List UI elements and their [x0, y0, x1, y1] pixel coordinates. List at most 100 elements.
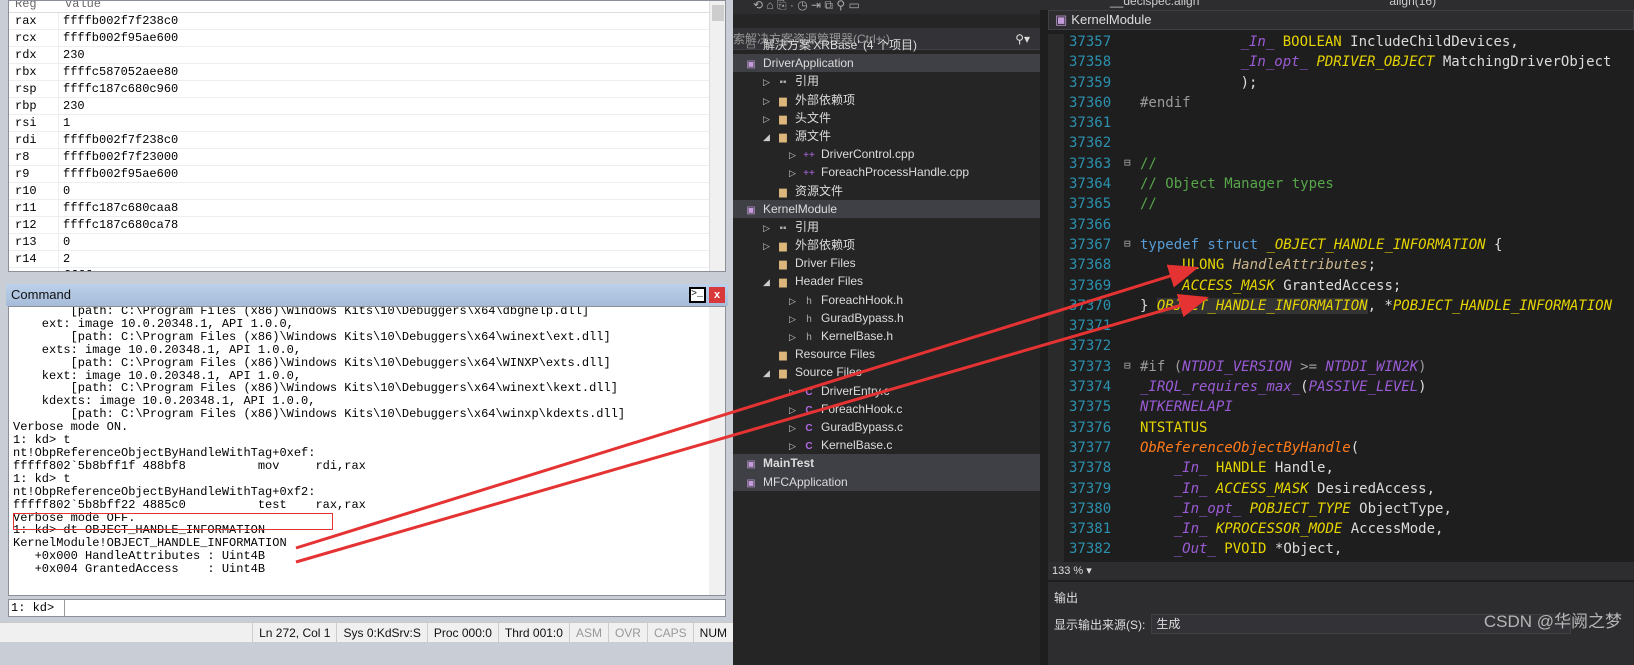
code-line[interactable]: 37380 _In_opt_ POBJECT_TYPE ObjectType,: [1064, 501, 1634, 521]
tree-item[interactable]: ▷ C ForeachHook.c: [733, 400, 1040, 418]
tree-item[interactable]: ▷ ++ ForeachProcessHandle.cpp: [733, 163, 1040, 181]
code-line[interactable]: 37370} OBJECT_HANDLE_INFORMATION, *POBJE…: [1064, 297, 1634, 318]
code-line[interactable]: 37369 ACCESS_MASK GrantedAccess;: [1064, 278, 1634, 298]
collapse-icon[interactable]: ⊟: [1124, 237, 1140, 257]
command-input[interactable]: [65, 600, 725, 616]
tree-item[interactable]: ▷ h GuradBypass.h: [733, 309, 1040, 327]
register-row[interactable]: r13 0: [9, 234, 725, 251]
code-line[interactable]: 37382 _Out_ PVOID *Object,: [1064, 541, 1634, 561]
code-line[interactable]: 37374 _IRQL_requires_max_(PASSIVE_LEVEL): [1064, 379, 1634, 399]
expand-arrow-icon[interactable]: ▷: [789, 328, 801, 346]
command-vertical-scrollbar[interactable]: [709, 307, 725, 595]
code-area[interactable]: 37357 _In_ BOOLEAN IncludeChildDevices, 3…: [1048, 34, 1634, 562]
nav-member-dropdown[interactable]: align(16): [1389, 0, 1436, 8]
code-token: _In_: [1240, 34, 1275, 50]
code-line[interactable]: 37379 _In_ ACCESS_MASK DesiredAccess,: [1064, 481, 1634, 501]
expand-arrow-icon[interactable]: ▷: [789, 292, 801, 310]
tree-item[interactable]: ▷ C GuradBypass.c: [733, 418, 1040, 436]
register-row[interactable]: r15ffffc5870ce61080: [9, 268, 725, 271]
expand-arrow-icon[interactable]: ▷: [789, 419, 801, 437]
code-line[interactable]: 37367 ⊟ typedef struct _OBJECT_HANDLE_INFO…: [1064, 237, 1634, 257]
expand-arrow-icon[interactable]: ◢: [763, 273, 775, 291]
code-line[interactable]: 37368 ULONG HandleAttributes;: [1064, 257, 1634, 277]
code-line[interactable]: 37363 ⊟//: [1064, 156, 1634, 176]
tree-item[interactable]: ▷ C DriverEntry.c: [733, 382, 1040, 400]
expand-arrow-icon[interactable]: ▷: [763, 237, 775, 255]
collapse-icon[interactable]: ⊟: [1124, 156, 1140, 176]
code-line[interactable]: 37376 NTSTATUS: [1064, 420, 1634, 440]
code-token: //: [1140, 155, 1157, 172]
expand-arrow-icon[interactable]: ▷: [789, 164, 801, 182]
code-line[interactable]: 37373 ⊟ #if (NTDDI_VERSION >= NTDDI_WIN2K): [1064, 359, 1634, 379]
tree-item[interactable]: ▷ h KernelBase.h: [733, 327, 1040, 345]
register-row[interactable]: rax ffffb002f7f238c0: [9, 13, 725, 30]
project-dropdown[interactable]: ▣ KernelModule: [1048, 10, 1634, 30]
expand-arrow-icon[interactable]: ▷: [789, 383, 801, 401]
code-line[interactable]: 37372: [1064, 338, 1634, 358]
tree-item[interactable]: ▷ h ForeachHook.h: [733, 291, 1040, 309]
register-row[interactable]: r11 ffffc187c680caa8: [9, 200, 725, 217]
tree-item[interactable]: ◢ ▆ Header Files: [733, 272, 1040, 290]
line-number: 37363: [1069, 155, 1112, 172]
expand-arrow-icon[interactable]: ▷: [763, 73, 775, 91]
register-row[interactable]: r8 ffffb002f7f23000: [9, 149, 725, 166]
code-line[interactable]: 37381 _In_ KPROCESSOR_MODE AccessMode,: [1064, 521, 1634, 541]
expand-arrow-icon[interactable]: ▷: [789, 437, 801, 455]
register-row[interactable]: r14 2: [9, 251, 725, 268]
expand-arrow-icon[interactable]: ◢: [763, 128, 775, 146]
code-line[interactable]: 37359 );: [1064, 75, 1634, 95]
tree-item[interactable]: ▣ MFCApplication: [733, 472, 1040, 491]
code-line[interactable]: 37358 _In_opt_ PDRIVER_OBJECT MatchingDr…: [1064, 54, 1634, 74]
register-row[interactable]: rbp 230: [9, 98, 725, 115]
code-line[interactable]: 37377 ObReferenceObjectByHandle(: [1064, 440, 1634, 460]
tree-item[interactable]: ▆ Resource Files: [733, 345, 1040, 363]
code-line[interactable]: 37378 _In_ HANDLE Handle,: [1064, 460, 1634, 480]
code-line[interactable]: 37357 _In_ BOOLEAN IncludeChildDevices,: [1064, 34, 1634, 54]
nav-scope-dropdown[interactable]: __declspec.align: [1110, 0, 1199, 8]
register-row[interactable]: r10 0: [9, 183, 725, 200]
code-line[interactable]: 37360 #endif: [1064, 95, 1634, 115]
register-row[interactable]: r12 ffffc187c680ca78: [9, 217, 725, 234]
console-icon[interactable]: >_: [689, 287, 706, 303]
tree-item[interactable]: ▷ ▪▪ 引用: [733, 218, 1040, 236]
collapse-icon[interactable]: ⊟: [1124, 359, 1140, 379]
expand-arrow-icon[interactable]: ▷: [789, 401, 801, 419]
tree-item[interactable]: ▆ 资源文件: [733, 182, 1040, 200]
register-row[interactable]: rsi 1: [9, 115, 725, 132]
code-line[interactable]: 37362: [1064, 135, 1634, 155]
register-row[interactable]: rcx ffffb002f95ae600: [9, 30, 725, 47]
tree-item[interactable]: ◢ ▆ 源文件: [733, 127, 1040, 145]
code-line[interactable]: 37366: [1064, 217, 1634, 237]
tree-item[interactable]: ▷ ++ DriverControl.cpp: [733, 145, 1040, 163]
register-row[interactable]: rdx 230: [9, 47, 725, 64]
expand-arrow-icon[interactable]: ▷: [763, 219, 775, 237]
code-line[interactable]: 37361: [1064, 115, 1634, 135]
expand-arrow-icon[interactable]: ▷: [763, 92, 775, 110]
tree-item[interactable]: ▷ ▆ 头文件: [733, 109, 1040, 127]
register-row[interactable]: rdi ffffb002f7f238c0: [9, 132, 725, 149]
register-row[interactable]: rbx ffffc587052aee80: [9, 64, 725, 81]
tree-item[interactable]: ▣ KernelModule: [733, 199, 1040, 218]
expand-arrow-icon[interactable]: ◢: [763, 364, 775, 382]
tree-item[interactable]: ◢ ▆ Source Files: [733, 363, 1040, 381]
expand-arrow-icon[interactable]: ▷: [789, 310, 801, 328]
registers-scrollbar[interactable]: [709, 1, 725, 271]
code-line[interactable]: 37364 // Object Manager types: [1064, 176, 1634, 196]
tree-item[interactable]: ▷ ▪▪ 引用: [733, 72, 1040, 90]
tree-item[interactable]: ▭ 解决方案'XRBase' (4 个项目): [733, 36, 1040, 54]
tree-item[interactable]: ▷ ▆ 外部依赖项: [733, 236, 1040, 254]
zoom-dropdown[interactable]: 133 % ▾: [1048, 562, 1634, 580]
register-row[interactable]: r9 ffffb002f95ae600: [9, 166, 725, 183]
code-line[interactable]: 37365 //: [1064, 196, 1634, 216]
expand-arrow-icon[interactable]: ▷: [763, 110, 775, 128]
tree-item[interactable]: ▷ ▆ 外部依赖项: [733, 91, 1040, 109]
tree-item[interactable]: ▣ MainTest: [733, 454, 1040, 473]
code-line[interactable]: 37375 NTKERNELAPI: [1064, 399, 1634, 419]
code-line[interactable]: 37371: [1064, 318, 1634, 338]
tree-item[interactable]: ▆ Driver Files: [733, 254, 1040, 272]
expand-arrow-icon[interactable]: ▷: [789, 146, 801, 164]
tree-item[interactable]: ▷ C KernelBase.c: [733, 436, 1040, 454]
register-row[interactable]: rsp ffffc187c680c960: [9, 81, 725, 98]
close-button[interactable]: x: [709, 287, 725, 303]
tree-item[interactable]: ▣ DriverApplication: [733, 54, 1040, 73]
